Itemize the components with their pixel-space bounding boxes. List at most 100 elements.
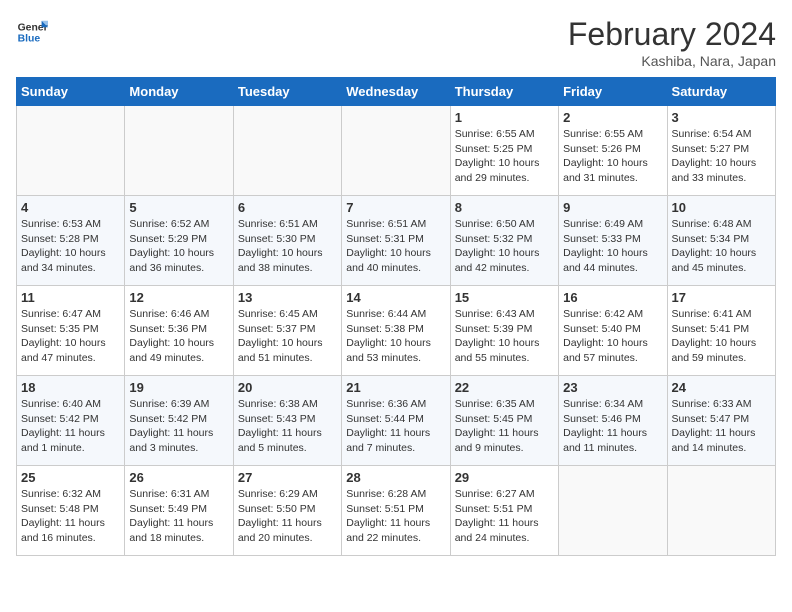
day-number: 19 [129,380,228,395]
weekday-header-friday: Friday [559,78,667,106]
calendar-cell: 11Sunrise: 6:47 AM Sunset: 5:35 PM Dayli… [17,286,125,376]
day-number: 24 [672,380,771,395]
calendar-cell: 17 Sunrise: 6:41 AM Sunset: 5:41 PM Dayli… [667,286,775,376]
day-info: Sunrise: 6:34 AM Sunset: 5:46 PM Dayligh… [563,397,662,456]
calendar-cell: 25 Sunrise: 6:32 AM Sunset: 5:48 PM Dayli… [17,466,125,556]
day-info: Sunrise: 6:53 AM Sunset: 5:28 PM Dayligh… [21,217,120,276]
weekday-header-wednesday: Wednesday [342,78,450,106]
calendar-cell: 9 Sunrise: 6:49 AM Sunset: 5:33 PM Daylig… [559,196,667,286]
day-number: 14 [346,290,445,305]
calendar-cell: 18Sunrise: 6:40 AM Sunset: 5:42 PM Dayli… [17,376,125,466]
logo-icon: General Blue [16,16,48,48]
day-number: 2 [563,110,662,125]
weekday-header-monday: Monday [125,78,233,106]
day-info: Sunrise: 6:38 AM Sunset: 5:43 PM Dayligh… [238,397,337,456]
calendar-cell: 5 Sunrise: 6:52 AM Sunset: 5:29 PM Daylig… [125,196,233,286]
week-row-5: 25 Sunrise: 6:32 AM Sunset: 5:48 PM Dayli… [17,466,776,556]
day-number: 27 [238,470,337,485]
day-info: Sunrise: 6:41 AM Sunset: 5:41 PM Dayligh… [672,307,771,366]
day-info: Sunrise: 6:55 AM Sunset: 5:26 PM Dayligh… [563,127,662,186]
calendar-cell: 20 Sunrise: 6:38 AM Sunset: 5:43 PM Dayli… [233,376,341,466]
calendar-cell [17,106,125,196]
calendar-cell [233,106,341,196]
week-row-2: 4 Sunrise: 6:53 AM Sunset: 5:28 PM Daylig… [17,196,776,286]
day-info: Sunrise: 6:36 AM Sunset: 5:44 PM Dayligh… [346,397,445,456]
calendar-cell: 21 Sunrise: 6:36 AM Sunset: 5:44 PM Dayli… [342,376,450,466]
calendar-cell: 23Sunrise: 6:34 AM Sunset: 5:46 PM Dayli… [559,376,667,466]
day-number: 22 [455,380,554,395]
day-number: 26 [129,470,228,485]
day-info: Sunrise: 6:48 AM Sunset: 5:34 PM Dayligh… [672,217,771,276]
day-number: 12 [129,290,228,305]
day-info: Sunrise: 6:29 AM Sunset: 5:50 PM Dayligh… [238,487,337,546]
weekday-header-tuesday: Tuesday [233,78,341,106]
weekday-header-sunday: Sunday [17,78,125,106]
day-number: 20 [238,380,337,395]
day-info: Sunrise: 6:51 AM Sunset: 5:30 PM Dayligh… [238,217,337,276]
calendar-cell [559,466,667,556]
calendar-subtitle: Kashiba, Nara, Japan [568,53,776,69]
week-row-1: 1 Sunrise: 6:55 AM Sunset: 5:25 PM Daylig… [17,106,776,196]
title-block: February 2024 Kashiba, Nara, Japan [568,16,776,69]
day-number: 28 [346,470,445,485]
day-info: Sunrise: 6:47 AM Sunset: 5:35 PM Dayligh… [21,307,120,366]
day-info: Sunrise: 6:44 AM Sunset: 5:38 PM Dayligh… [346,307,445,366]
day-number: 5 [129,200,228,215]
calendar-table: SundayMondayTuesdayWednesdayThursdayFrid… [16,77,776,556]
calendar-cell: 24Sunrise: 6:33 AM Sunset: 5:47 PM Dayli… [667,376,775,466]
calendar-cell: 28 Sunrise: 6:28 AM Sunset: 5:51 PM Dayli… [342,466,450,556]
day-number: 13 [238,290,337,305]
calendar-cell: 29Sunrise: 6:27 AM Sunset: 5:51 PM Dayli… [450,466,558,556]
day-number: 9 [563,200,662,215]
weekday-header-saturday: Saturday [667,78,775,106]
day-number: 21 [346,380,445,395]
day-number: 29 [455,470,554,485]
day-info: Sunrise: 6:31 AM Sunset: 5:49 PM Dayligh… [129,487,228,546]
calendar-cell: 27 Sunrise: 6:29 AM Sunset: 5:50 PM Dayli… [233,466,341,556]
calendar-cell [342,106,450,196]
calendar-title: February 2024 [568,16,776,53]
day-number: 17 [672,290,771,305]
day-info: Sunrise: 6:54 AM Sunset: 5:27 PM Dayligh… [672,127,771,186]
day-info: Sunrise: 6:42 AM Sunset: 5:40 PM Dayligh… [563,307,662,366]
page-header: General Blue February 2024 Kashiba, Nara… [16,16,776,69]
day-info: Sunrise: 6:49 AM Sunset: 5:33 PM Dayligh… [563,217,662,276]
logo: General Blue [16,16,48,48]
day-number: 10 [672,200,771,215]
day-number: 7 [346,200,445,215]
day-info: Sunrise: 6:46 AM Sunset: 5:36 PM Dayligh… [129,307,228,366]
calendar-cell: 26 Sunrise: 6:31 AM Sunset: 5:49 PM Dayli… [125,466,233,556]
calendar-cell: 2 Sunrise: 6:55 AM Sunset: 5:26 PM Daylig… [559,106,667,196]
day-number: 16 [563,290,662,305]
calendar-cell: 8Sunrise: 6:50 AM Sunset: 5:32 PM Daylig… [450,196,558,286]
calendar-cell: 3Sunrise: 6:54 AM Sunset: 5:27 PM Daylig… [667,106,775,196]
day-number: 25 [21,470,120,485]
week-row-4: 18Sunrise: 6:40 AM Sunset: 5:42 PM Dayli… [17,376,776,466]
weekday-header-thursday: Thursday [450,78,558,106]
calendar-cell: 7 Sunrise: 6:51 AM Sunset: 5:31 PM Daylig… [342,196,450,286]
calendar-cell: 4 Sunrise: 6:53 AM Sunset: 5:28 PM Daylig… [17,196,125,286]
weekday-header-row: SundayMondayTuesdayWednesdayThursdayFrid… [17,78,776,106]
calendar-cell: 15Sunrise: 6:43 AM Sunset: 5:39 PM Dayli… [450,286,558,376]
day-number: 6 [238,200,337,215]
day-info: Sunrise: 6:51 AM Sunset: 5:31 PM Dayligh… [346,217,445,276]
day-info: Sunrise: 6:39 AM Sunset: 5:42 PM Dayligh… [129,397,228,456]
calendar-cell: 12 Sunrise: 6:46 AM Sunset: 5:36 PM Dayli… [125,286,233,376]
day-info: Sunrise: 6:55 AM Sunset: 5:25 PM Dayligh… [455,127,554,186]
svg-text:Blue: Blue [18,34,41,45]
day-number: 1 [455,110,554,125]
day-info: Sunrise: 6:32 AM Sunset: 5:48 PM Dayligh… [21,487,120,546]
day-number: 15 [455,290,554,305]
calendar-cell [125,106,233,196]
day-info: Sunrise: 6:45 AM Sunset: 5:37 PM Dayligh… [238,307,337,366]
day-number: 4 [21,200,120,215]
calendar-cell: 13 Sunrise: 6:45 AM Sunset: 5:37 PM Dayli… [233,286,341,376]
calendar-cell: 14 Sunrise: 6:44 AM Sunset: 5:38 PM Dayli… [342,286,450,376]
calendar-cell: 19 Sunrise: 6:39 AM Sunset: 5:42 PM Dayli… [125,376,233,466]
day-info: Sunrise: 6:28 AM Sunset: 5:51 PM Dayligh… [346,487,445,546]
day-info: Sunrise: 6:50 AM Sunset: 5:32 PM Dayligh… [455,217,554,276]
day-info: Sunrise: 6:52 AM Sunset: 5:29 PM Dayligh… [129,217,228,276]
day-info: Sunrise: 6:35 AM Sunset: 5:45 PM Dayligh… [455,397,554,456]
calendar-cell: 22 Sunrise: 6:35 AM Sunset: 5:45 PM Dayli… [450,376,558,466]
calendar-cell [667,466,775,556]
